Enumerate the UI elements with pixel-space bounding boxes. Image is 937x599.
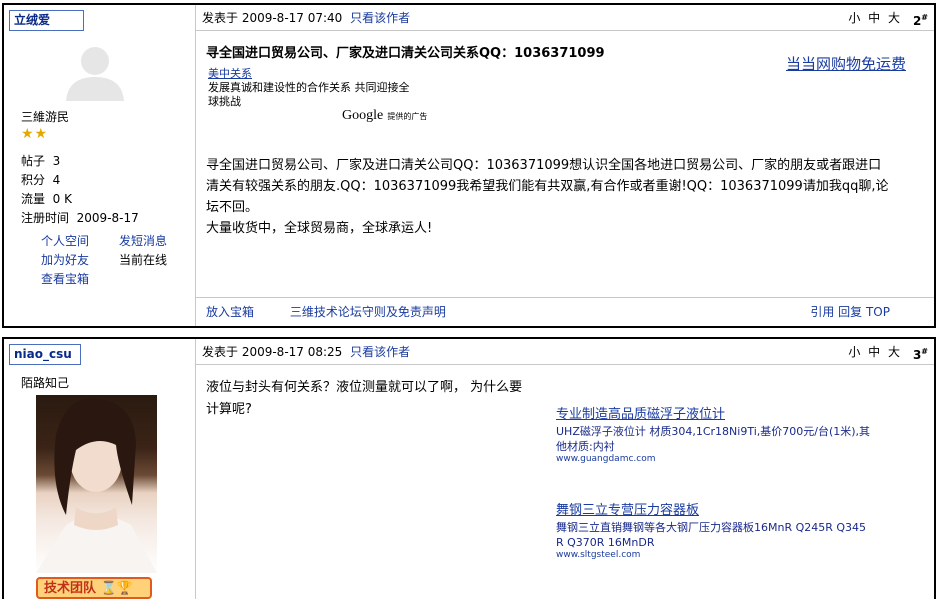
default-avatar-icon — [66, 47, 124, 101]
ad-link[interactable]: 美中关系 — [208, 67, 252, 80]
ad-item: 专业制造高品质磁浮子液位计 UHZ磁浮子液位计 材质304,1Cr18Ni9Ti… — [556, 403, 896, 464]
ad-desc-2: 球挑战 — [208, 95, 241, 108]
ad-desc: 发展真诚和建设性的合作关系 共同迎接全 — [208, 81, 410, 94]
author-title: 陌路知己 — [21, 376, 70, 390]
author-stat-posts: 帖子 3 — [21, 154, 61, 168]
link-view-treasure[interactable]: 查看宝箱 — [41, 270, 89, 289]
author-title: 三維游民 — [21, 110, 70, 124]
ad-title-link[interactable]: 舞钢三立专营压力容器板 — [556, 503, 699, 518]
post-footer: 放入宝箱 三维技术论坛守则及免责声明 引用 回复 TOP — [196, 297, 934, 326]
author-stat-registered: 注册时间 2009-8-17 — [21, 211, 139, 225]
ad-link-dangdang[interactable]: 当当网购物免运费 — [786, 53, 906, 74]
author-username[interactable]: niao_csu — [9, 344, 81, 365]
author-sidebar: niao_csu 陌路知己 技术团队 ⌛🏆 — [4, 339, 196, 599]
post-header: 发表于 2009-8-17 07:40 只看该作者 小 中 大 2# — [196, 5, 934, 31]
post-content: 发表于 2009-8-17 08:25 只看该作者 小 中 大 3# 液位与封头… — [196, 339, 934, 599]
put-in-treasure-link[interactable]: 放入宝箱 — [206, 305, 254, 319]
quote-reply-top-links[interactable]: 引用 回复 TOP — [810, 298, 890, 326]
link-personal-space[interactable]: 个人空间 — [41, 232, 119, 251]
post-header: 发表于 2009-8-17 08:25 只看该作者 小 中 大 3# — [196, 339, 934, 365]
ad-title-link[interactable]: 专业制造高品质磁浮子液位计 — [556, 407, 725, 422]
post-time: 发表于 2009-8-17 07:40 — [202, 11, 343, 25]
post-floor-2: 立绒爱 三維游民 ★★ 帖子 3 积分 4 流量 0 K 注册时间 2009-8… — [2, 3, 936, 328]
ad-item: 舞钢三立专营压力容器板 舞钢三立直销舞钢等各大钢厂压力容器板16MnR Q245… — [556, 499, 896, 560]
only-author-link[interactable]: 只看该作者 — [350, 11, 410, 25]
author-sidebar: 立绒爱 三維游民 ★★ 帖子 3 积分 4 流量 0 K 注册时间 2009-8… — [4, 5, 196, 326]
google-ad-block: 美中关系 发展真诚和建设性的合作关系 共同迎接全 球挑战 — [208, 67, 410, 109]
google-ads-label: Google 提供的广告 — [342, 108, 428, 123]
author-links: 个人空间 发短消息 加为好友 当前在线 查看宝箱 — [41, 232, 167, 289]
floor-number: 3# — [912, 347, 928, 362]
ad-desc: UHZ磁浮子液位计 材质304,1Cr18Ni9Ti,基价700元/台(1米),… — [556, 425, 871, 453]
forum-rules-link[interactable]: 三维技术论坛守则及免责声明 — [290, 305, 446, 319]
post-body: 寻全国进口贸易公司、厂家及进口清关公司QQ：1036371099想认识全国各地进… — [206, 158, 889, 236]
link-send-message[interactable]: 发短消息 — [119, 232, 167, 251]
author-avatar — [36, 395, 157, 573]
author-stat-traffic: 流量 0 K — [21, 192, 72, 206]
online-status: 当前在线 — [119, 253, 168, 267]
font-size-switcher[interactable]: 小 中 大 — [848, 339, 902, 365]
rank-stars-icon: ★★ — [21, 126, 49, 142]
font-size-switcher[interactable]: 小 中 大 — [848, 5, 902, 31]
post-title: 寻全国进口贸易公司、厂家及进口清关公司关系QQ：1036371099 — [206, 46, 605, 61]
post-time: 发表于 2009-8-17 08:25 — [202, 345, 343, 359]
ad-desc: 舞钢三立直销舞钢等各大钢厂压力容器板16MnR Q245R Q345 R Q37… — [556, 521, 867, 549]
floor-number: 2# — [912, 13, 928, 28]
team-badge: 技术团队 ⌛🏆 — [36, 577, 152, 599]
link-add-friend[interactable]: 加为好友 — [41, 251, 119, 270]
only-author-link[interactable]: 只看该作者 — [350, 345, 410, 359]
post-floor-3: niao_csu 陌路知己 技术团队 ⌛🏆 发表于 2009-8-17 08:2… — [2, 337, 936, 599]
post-body: 液位与封头有何关系？液位测量就可以了啊， 为什么要 计算呢? — [206, 380, 523, 417]
ad-url[interactable]: www.guangdamc.com — [556, 454, 896, 464]
ad-url[interactable]: www.sltgsteel.com — [556, 550, 896, 560]
post-content: 发表于 2009-8-17 07:40 只看该作者 小 中 大 2# 寻全国进口… — [196, 5, 934, 326]
author-stat-points: 积分 4 — [21, 173, 61, 187]
author-username[interactable]: 立绒爱 — [9, 10, 84, 31]
